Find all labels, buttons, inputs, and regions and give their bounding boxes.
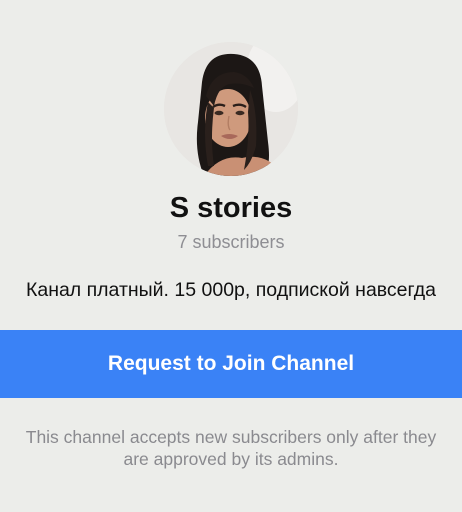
channel-description: Канал платный. 15 000р, подпиской навсег… [25,279,436,301]
channel-title: S stories [169,192,293,224]
join-approval-notice: This channel accepts new subscribers onl… [0,426,462,470]
avatar-photo [164,42,298,176]
notice-line-1: This channel accepts new subscribers onl… [25,427,437,447]
channel-avatar[interactable] [164,42,298,176]
subscriber-count: 7 subscribers [177,232,285,252]
request-to-join-button[interactable]: Request to Join Channel [0,330,462,398]
notice-line-2: are approved by its admins. [123,449,339,469]
